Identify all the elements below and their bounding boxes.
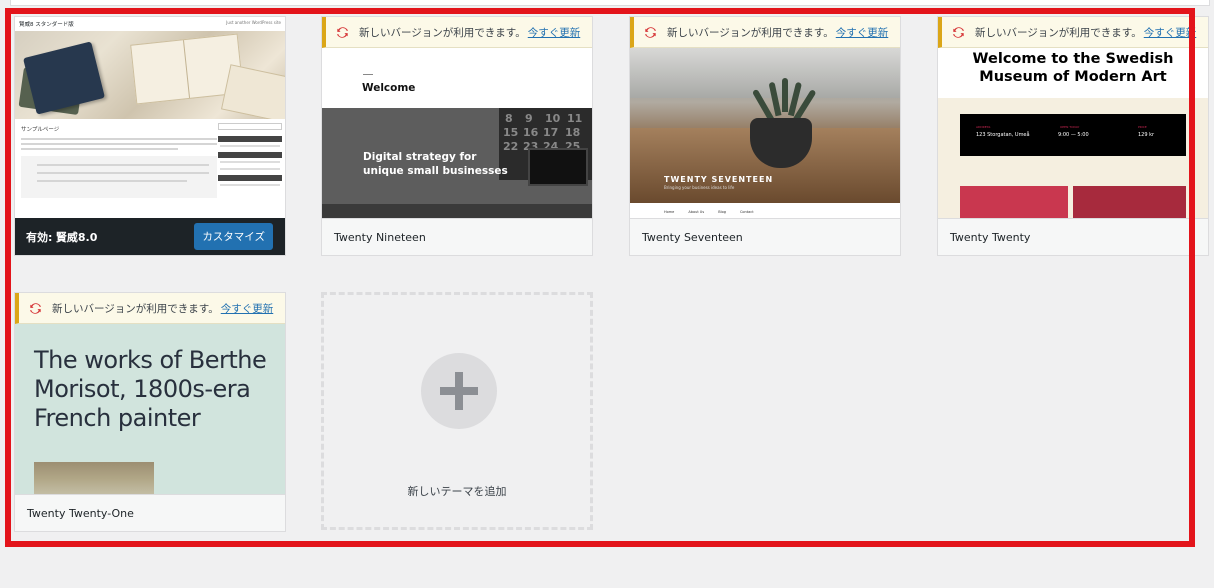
preview-title-line-1: Welcome to the Swedish <box>972 51 1174 67</box>
preview-site-tagline: Bringing your business ideas to life <box>664 185 735 190</box>
preview-body: ADDRESS OPEN TODAY PRICE 123 Storgatan, … <box>938 98 1208 220</box>
theme-screenshot[interactable]: 賢威8 スタンダード版 Just another WordPress site … <box>15 17 285 220</box>
preview-tagline-line-1: Digital strategy for <box>363 151 477 163</box>
plus-icon <box>421 353 497 429</box>
preview-heading: Welcome <box>362 82 416 94</box>
theme-card-twenty-seventeen[interactable]: TWENTY SEVENTEEN Bringing your business … <box>629 16 901 256</box>
preview-heading: Welcome to the Swedish Museum of Modern … <box>938 48 1208 98</box>
top-panel-edge <box>10 0 1210 6</box>
update-notice: 新しいバージョンが利用できます。 今すぐ更新 <box>938 17 1208 48</box>
theme-name: Twenty Twenty-One <box>27 506 134 520</box>
preview-hero-image: TWENTY SEVENTEEN Bringing your business … <box>630 48 900 203</box>
update-icon <box>29 302 42 314</box>
add-new-theme-label: 新しいテーマを追加 <box>407 485 507 498</box>
theme-footer: Twenty Twenty <box>938 218 1208 255</box>
theme-footer: Twenty Nineteen <box>322 218 592 255</box>
preview-site-title: 賢威8 スタンダード版 <box>19 22 74 28</box>
update-now-link[interactable]: 今すぐ更新 <box>1144 25 1197 40</box>
active-theme-footer: 有効: 賢威8.0 カスタマイズ <box>15 218 285 255</box>
preview-hero-image: 8 9 10 11 15 16 17 18 22 23 24 25 Digital strateg… <box>322 108 592 220</box>
preview-tagline: Just another WordPress site <box>226 20 281 25</box>
update-now-link[interactable]: 今すぐ更新 <box>221 301 274 316</box>
preview-page-heading: サンプルページ <box>21 127 60 133</box>
theme-name: Twenty Nineteen <box>334 230 426 244</box>
customize-button[interactable]: カスタマイズ <box>194 223 273 250</box>
theme-footer: Twenty Twenty-One <box>15 494 285 531</box>
update-now-link[interactable]: 今すぐ更新 <box>528 25 581 40</box>
update-icon <box>952 26 965 38</box>
preview-title-line-2: Museum of Modern Art <box>979 69 1167 85</box>
theme-card-twenty-twenty-one[interactable]: The works of Berthe Morisot, 1800s-era F… <box>14 292 286 532</box>
update-icon <box>644 26 657 38</box>
preview-site-title: TWENTY SEVENTEEN <box>664 175 774 184</box>
update-notice: 新しいバージョンが利用できます。 今すぐ更新 <box>15 293 285 324</box>
update-now-link[interactable]: 今すぐ更新 <box>836 25 889 40</box>
update-icon <box>336 26 349 38</box>
theme-name: Twenty Seventeen <box>642 230 743 244</box>
theme-card-twenty-twenty[interactable]: Welcome to the Swedish Museum of Modern … <box>937 16 1209 256</box>
update-notice-text: 新しいバージョンが利用できます。 <box>359 26 526 39</box>
theme-card-keni[interactable]: 賢威8 スタンダード版 Just another WordPress site … <box>14 16 286 256</box>
theme-card-twenty-nineteen[interactable]: Welcome 8 9 10 11 15 16 17 18 22 23 24 25 Digital… <box>321 16 593 256</box>
preview-body: The works of Berthe Morisot, 1800s-era F… <box>15 324 285 496</box>
update-notice-text: 新しいバージョンが利用できます。 <box>52 302 219 315</box>
preview-heading: The works of Berthe Morisot, 1800s-era F… <box>34 346 267 432</box>
update-notice-text: 新しいバージョンが利用できます。 <box>667 26 834 39</box>
add-new-theme-button[interactable]: 新しいテーマを追加 <box>321 292 593 530</box>
theme-footer: Twenty Seventeen <box>630 218 900 255</box>
update-notice: 新しいバージョンが利用できます。 今すぐ更新 <box>322 17 592 48</box>
preview-tagline-line-2: unique small businesses <box>363 165 508 177</box>
update-notice-text: 新しいバージョンが利用できます。 <box>975 26 1142 39</box>
preview-header: 賢威8 スタンダード版 Just another WordPress site <box>15 17 285 31</box>
preview-painting-image <box>34 462 154 496</box>
theme-name: Twenty Twenty <box>950 230 1031 244</box>
active-theme-label: 有効: 賢威8.0 <box>26 230 98 244</box>
update-notice: 新しいバージョンが利用できます。 今すぐ更新 <box>630 17 900 48</box>
preview-body: サンプルページ <box>15 119 285 220</box>
preview-hero-image <box>15 31 285 124</box>
